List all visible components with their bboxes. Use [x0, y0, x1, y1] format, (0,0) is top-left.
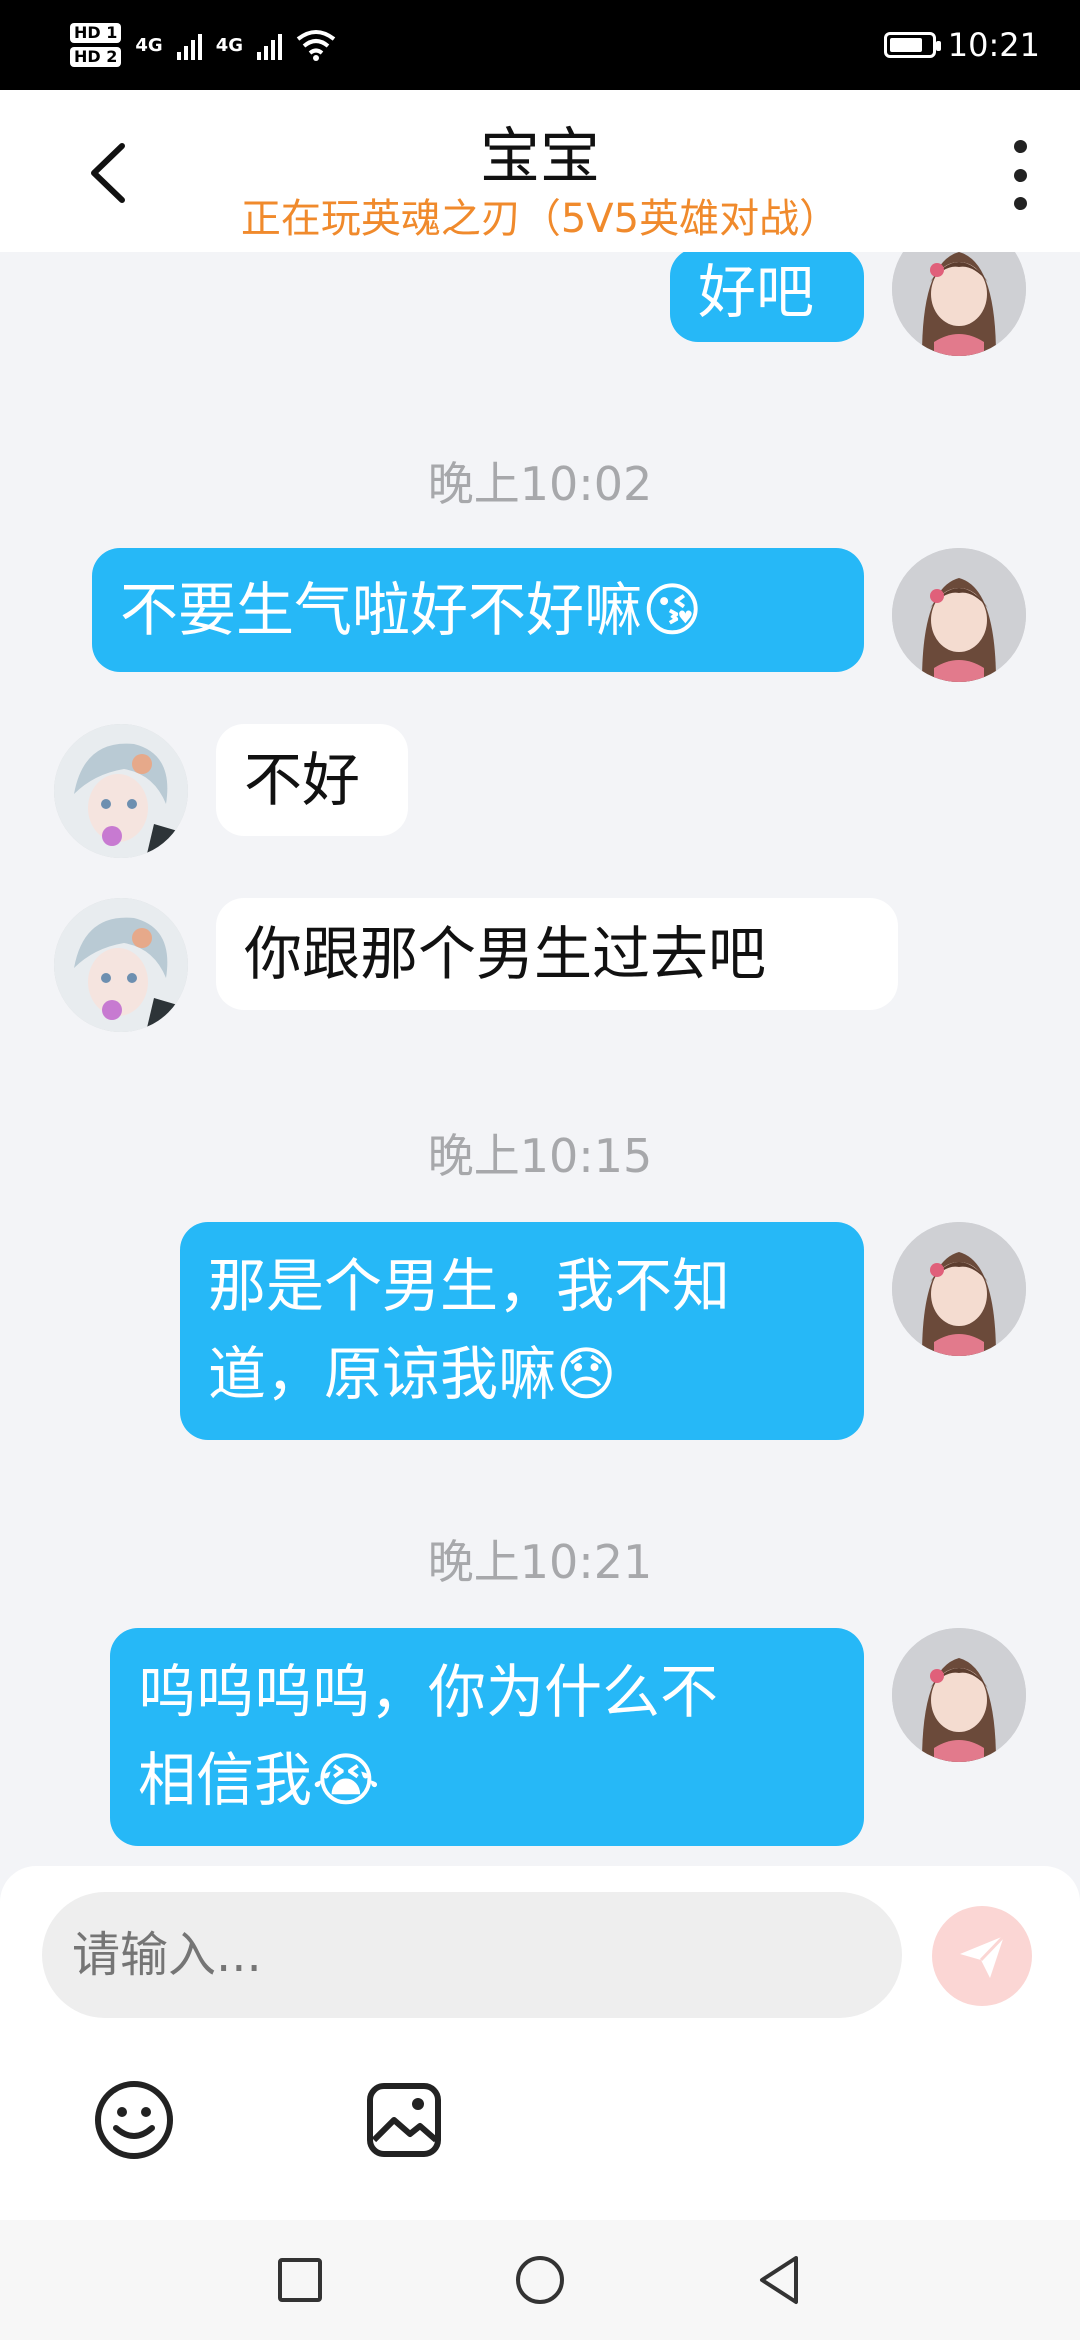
timestamp: 晚上10:21	[427, 1535, 653, 1589]
home-button[interactable]	[510, 2250, 570, 2310]
back-icon	[760, 2256, 798, 2304]
timestamp: 晚上10:02	[427, 457, 653, 511]
status-right: 10:21	[883, 26, 1040, 64]
message-bubble-incoming[interactable]: 不好	[216, 724, 408, 836]
emoji-icon	[95, 2081, 173, 2159]
emoji-button[interactable]	[92, 2078, 176, 2162]
message-text: 不要生气啦好不好嘛😘	[120, 576, 703, 644]
chat-header: 宝宝 正在玩英魂之刃（5V5英雄对战）	[0, 90, 1080, 252]
message-bubble-incoming[interactable]: 你跟那个男生过去吧	[216, 898, 898, 1010]
image-icon	[367, 2083, 441, 2157]
nav-back-button[interactable]	[750, 2250, 810, 2310]
battery-icon	[883, 32, 941, 58]
net2-label: 4G	[215, 34, 243, 56]
contact-name: 宝宝	[480, 122, 600, 192]
more-vertical-icon	[1013, 140, 1027, 153]
my-avatar[interactable]	[892, 252, 1026, 356]
net1-label: 4G	[135, 34, 163, 56]
home-icon	[516, 2256, 564, 2304]
system-nav-bar	[0, 2220, 1080, 2340]
message-text: 好吧	[698, 258, 815, 326]
image-button[interactable]	[362, 2078, 446, 2162]
message-text-line: 那是个男生，我不知	[208, 1252, 731, 1320]
signal-icon	[257, 30, 282, 60]
contact-avatar[interactable]	[54, 898, 188, 1032]
clock: 10:21	[947, 26, 1040, 64]
message-bubble-outgoing[interactable]: 那是个男生，我不知 道，原谅我嘛😞	[180, 1222, 864, 1440]
contact-status: 正在玩英魂之刃（5V5英雄对战）	[240, 196, 840, 242]
contact-avatar[interactable]	[54, 724, 188, 858]
message-text: 你跟那个男生过去吧	[244, 920, 767, 988]
message-list[interactable]: 好吧 晚上10:02 不要生气啦好不好嘛😘 不好 你跟那个男生过去吧 晚上10:…	[0, 252, 1080, 1870]
message-bubble-outgoing[interactable]: 呜呜呜呜，你为什么不 相信我😭	[110, 1628, 864, 1846]
message-bubble-outgoing[interactable]: 不要生气啦好不好嘛😘	[92, 548, 864, 672]
hd2-label: HD 2	[70, 47, 122, 67]
my-avatar[interactable]	[892, 1628, 1026, 1762]
composer	[0, 1866, 1080, 2220]
my-avatar[interactable]	[892, 1222, 1026, 1356]
message-bubble-outgoing[interactable]: 好吧	[670, 252, 864, 342]
timestamp: 晚上10:15	[427, 1129, 653, 1183]
status-bar: HD 1 HD 2 4G 4G 10:21	[0, 0, 1080, 90]
my-avatar[interactable]	[892, 548, 1026, 682]
signal-icon	[176, 30, 202, 60]
message-text: 不好	[244, 746, 361, 814]
message-text-line: 相信我😭	[138, 1746, 380, 1814]
send-icon	[960, 1934, 1006, 1978]
hd-indicators: HD 1 HD 2	[70, 23, 122, 67]
recent-apps-icon	[278, 2258, 322, 2302]
status-left: HD 1 HD 2 4G 4G	[70, 23, 336, 67]
message-text-line: 道，原谅我嘛😞	[208, 1340, 617, 1408]
message-text-line: 呜呜呜呜，你为什么不	[138, 1658, 719, 1726]
more-button[interactable]	[1000, 140, 1040, 210]
message-input[interactable]	[42, 1892, 902, 2018]
recent-apps-button[interactable]	[270, 2250, 330, 2310]
wifi-icon	[296, 30, 336, 61]
hd1-label: HD 1	[70, 23, 122, 43]
send-button[interactable]	[932, 1906, 1032, 2006]
